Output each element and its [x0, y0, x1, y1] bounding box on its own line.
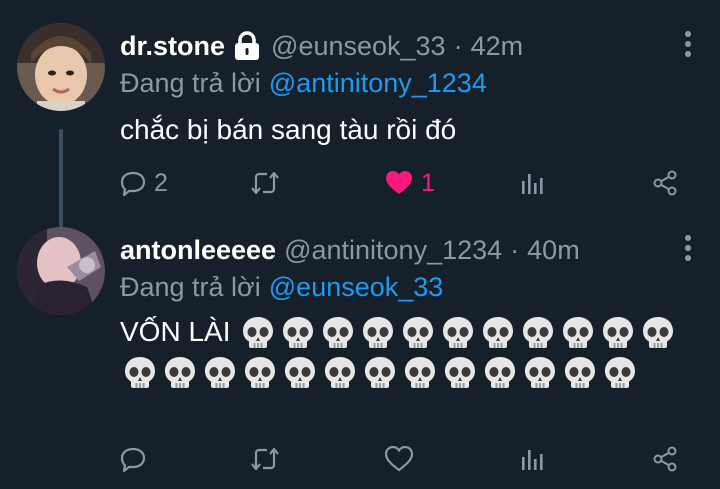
display-name[interactable]: dr.stone [120, 31, 225, 62]
replying-to: Đang trả lời @eunseok_33 [120, 272, 443, 303]
like-button[interactable] [385, 441, 421, 477]
retweet-icon [251, 447, 279, 471]
timestamp[interactable]: 42m [471, 31, 524, 62]
tweet[interactable]: dr.stone @eunseok_33 · 42m Đang trả lời @… [0, 18, 720, 241]
tweet-header: antonleeeee @antinitony_1234 · 40m [120, 232, 680, 268]
skull-icon [561, 316, 595, 352]
replying-to-mention[interactable]: @antinitony_1234 [269, 68, 487, 98]
replying-to-label: Đang trả lời [120, 272, 261, 302]
tweet-text: VỐN LÀI [120, 312, 700, 392]
stats-icon [522, 450, 543, 470]
stats-icon [522, 174, 543, 194]
separator-dot: · [510, 234, 520, 265]
skull-icon [441, 316, 475, 352]
heart-icon [386, 171, 412, 194]
share-icon [653, 446, 677, 472]
share-button[interactable] [652, 441, 678, 477]
reply-icon [120, 171, 146, 196]
skull-icon [641, 316, 675, 352]
skull-icon [483, 356, 517, 392]
skull-icon [603, 356, 637, 392]
skull-icon [521, 316, 555, 352]
skull-icon [241, 316, 275, 352]
avatar[interactable] [17, 227, 105, 315]
handle[interactable]: @antinitony_1234 [284, 235, 502, 266]
reply-button[interactable] [120, 441, 154, 477]
skull-icon [563, 356, 597, 392]
skull-icon [123, 356, 157, 392]
tweet[interactable]: antonleeeee @antinitony_1234 · 40m Đang … [0, 222, 720, 489]
skull-icon [523, 356, 557, 392]
skull-icon [283, 356, 317, 392]
skull-icon [281, 316, 315, 352]
tweet-text-words: VỐN LÀI [120, 316, 231, 347]
skull-icon [363, 356, 397, 392]
replying-to: Đang trả lời @antinitony_1234 [120, 68, 487, 99]
stats-button[interactable] [520, 441, 544, 477]
reply-count: 2 [154, 168, 168, 197]
like-count: 1 [421, 168, 435, 197]
heart-icon [385, 446, 413, 472]
avatar[interactable] [17, 23, 105, 111]
skull-icon [323, 356, 357, 392]
reply-button[interactable]: 2 [120, 165, 168, 201]
replying-to-mention[interactable]: @eunseok_33 [269, 272, 444, 302]
tweet-header: dr.stone @eunseok_33 · 42m [120, 28, 680, 64]
retweet-icon [251, 171, 279, 195]
skull-icon [321, 316, 355, 352]
timestamp[interactable]: 40m [527, 235, 580, 266]
skull-icon [403, 356, 437, 392]
skull-icon [163, 356, 197, 392]
tweet-actions [0, 441, 720, 477]
separator-dot: · [453, 30, 463, 61]
like-button[interactable]: 1 [385, 165, 435, 201]
display-name[interactable]: antonleeeee [120, 235, 276, 266]
handle[interactable]: @eunseok_33 [271, 31, 446, 62]
skull-icon [401, 316, 435, 352]
retweet-button[interactable] [250, 165, 288, 201]
more-icon[interactable] [684, 30, 692, 58]
tweet-text: chắc bị bán sang tàu rồi đó [120, 114, 457, 145]
share-button[interactable] [652, 165, 678, 201]
stats-button[interactable] [520, 165, 544, 201]
skull-icon [481, 316, 515, 352]
replying-to-label: Đang trả lời [120, 68, 261, 98]
skull-icon [601, 316, 635, 352]
reply-icon [120, 447, 146, 472]
lock-icon [233, 31, 261, 61]
skull-icon [243, 356, 277, 392]
skull-icon [443, 356, 477, 392]
skull-icon [203, 356, 237, 392]
share-icon [653, 170, 677, 196]
reply-thread: dr.stone @eunseok_33 · 42m Đang trả lời @… [0, 0, 720, 489]
skull-icon [361, 316, 395, 352]
retweet-button[interactable] [250, 441, 288, 477]
more-icon[interactable] [684, 234, 692, 262]
tweet-actions: 2 1 [0, 165, 720, 201]
